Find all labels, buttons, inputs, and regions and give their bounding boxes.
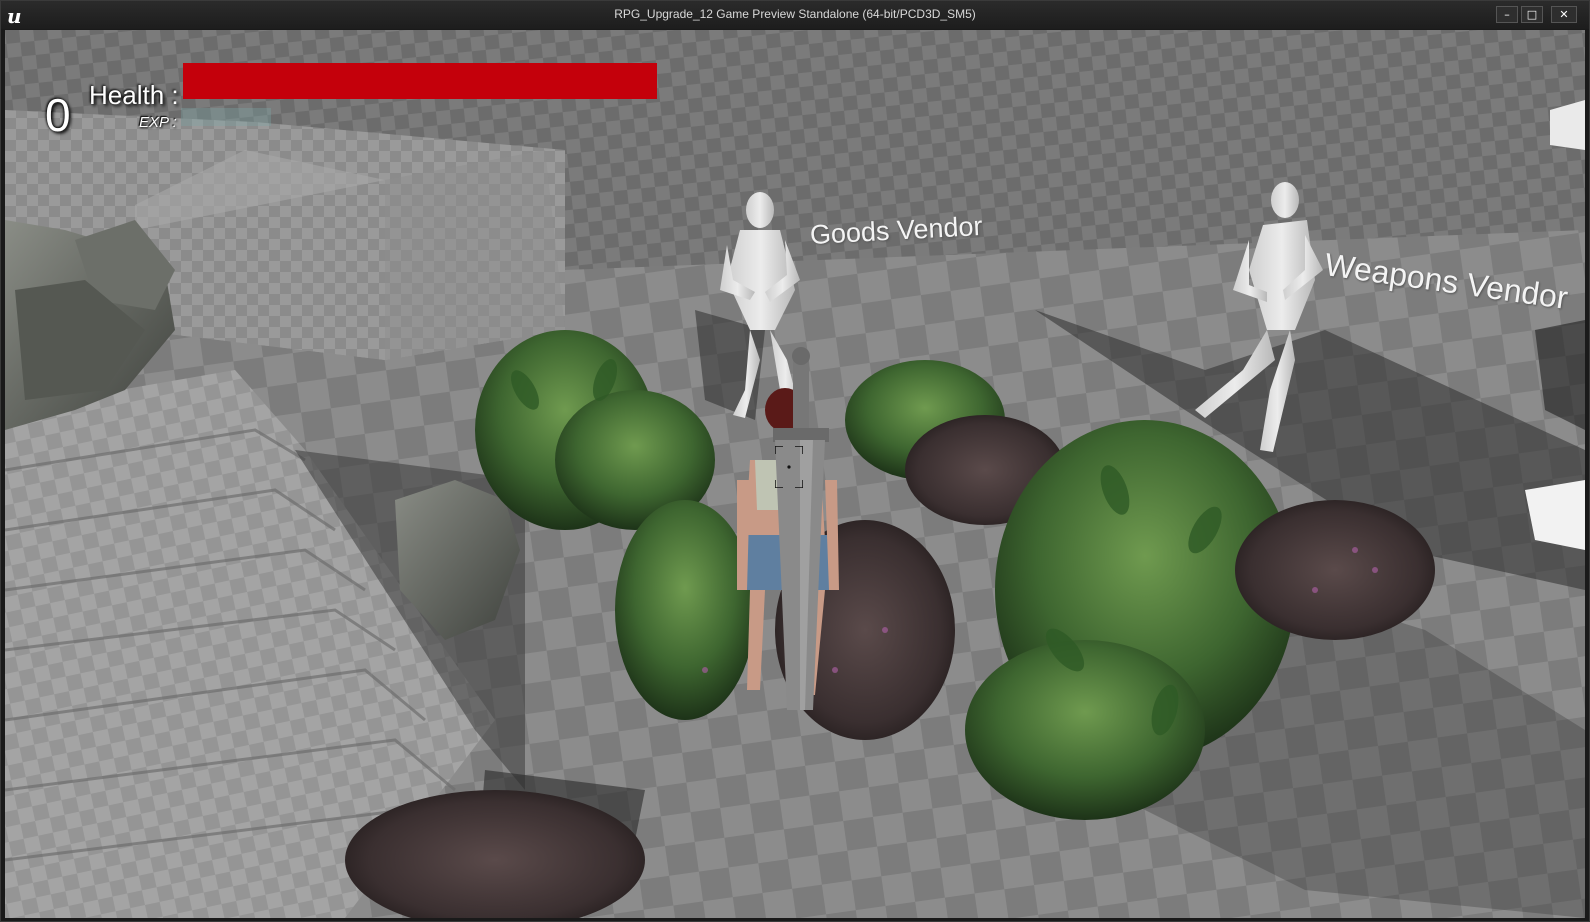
game-window: u RPG_Upgrade_12 Game Preview Standalone… <box>0 0 1590 922</box>
maximize-button[interactable]: □ <box>1521 6 1543 23</box>
title-bar[interactable]: u RPG_Upgrade_12 Game Preview Standalone… <box>1 1 1589 29</box>
health-bar-fill <box>183 63 657 99</box>
health-bar <box>183 63 657 99</box>
window-title: RPG_Upgrade_12 Game Preview Standalone (… <box>614 7 976 21</box>
minimize-button[interactable]: – <box>1496 6 1518 23</box>
crosshair-icon <box>775 446 803 488</box>
game-viewport[interactable]: 0 Health : EXP : Goods Vendor Weapons Ve… <box>5 30 1585 918</box>
close-button[interactable]: ✕ <box>1551 6 1577 23</box>
level-counter: 0 <box>45 89 71 141</box>
exp-label: EXP : <box>139 114 177 131</box>
health-label: Health : <box>89 80 179 110</box>
